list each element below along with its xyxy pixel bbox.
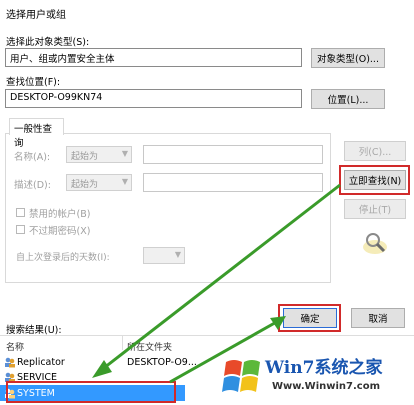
arrow-line [99,183,341,373]
watermark-url: Www.Winwin7.com [272,381,381,392]
annotation-arrows [92,183,341,384]
watermark-brand: Win7系统之家 [265,358,383,378]
windows-flag-icon [222,360,260,392]
